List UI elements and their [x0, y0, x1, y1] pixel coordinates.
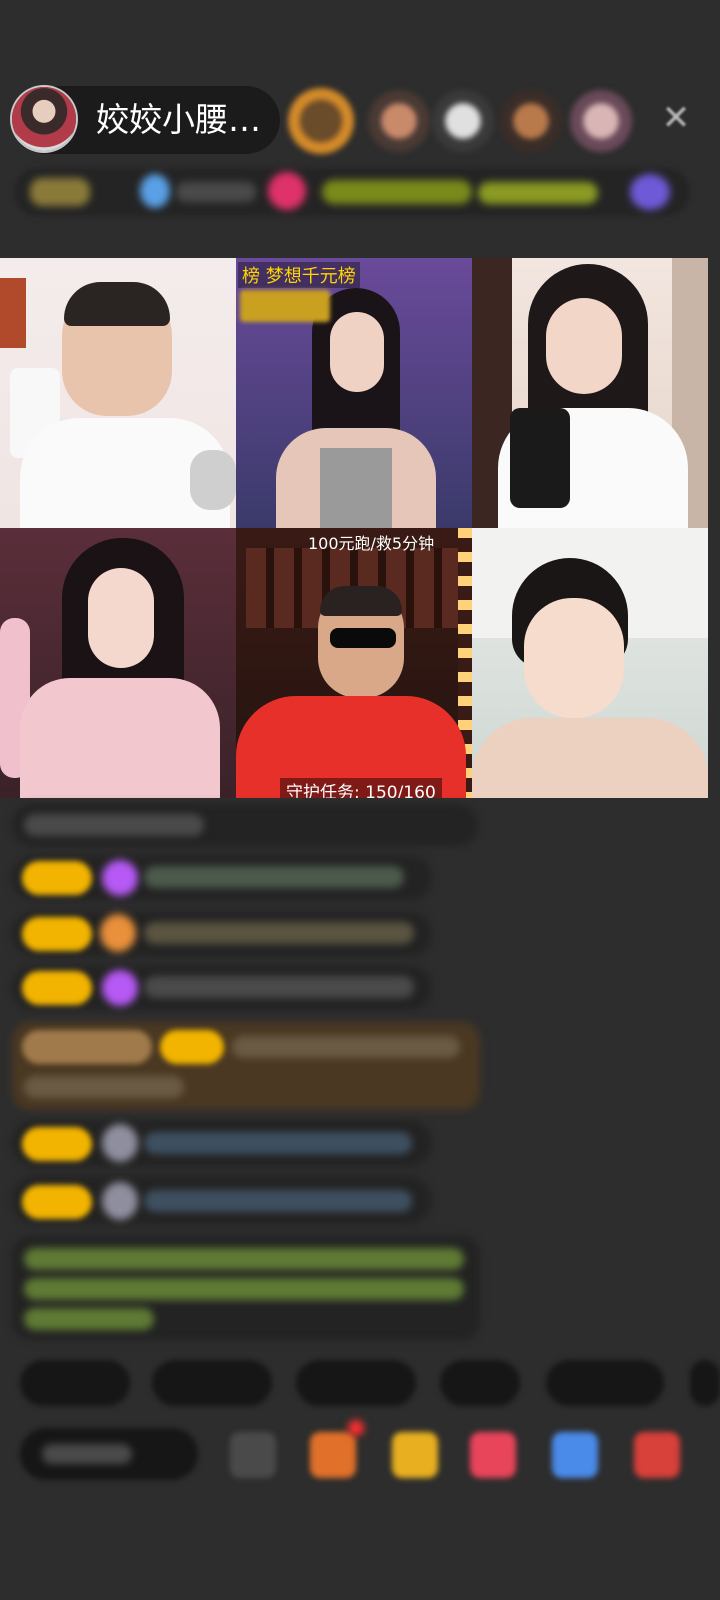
chat-text: [144, 922, 414, 944]
avatar-icon: [102, 1182, 138, 1220]
quick-reply-tag[interactable]: [546, 1360, 664, 1406]
notice-text: [24, 1248, 464, 1270]
chat-input-placeholder: [42, 1444, 132, 1464]
rank-banner-text: 榜 梦想千元榜: [238, 262, 360, 288]
user-level-badge: [22, 1030, 152, 1064]
viewer-avatar[interactable]: [432, 90, 494, 152]
heart-icon[interactable]: [268, 172, 306, 210]
user-level-badge: [22, 1185, 92, 1219]
popularity-text: [176, 182, 256, 202]
diamond-icon: [102, 970, 138, 1006]
gift-icon[interactable]: [630, 174, 670, 210]
user-level-badge: [22, 1127, 92, 1161]
quick-reply-tag[interactable]: [440, 1360, 520, 1406]
chat-text: [144, 1132, 412, 1154]
chat-text: [232, 1036, 460, 1058]
rank-banner[interactable]: [322, 180, 472, 204]
emoji-icon[interactable]: [230, 1432, 276, 1478]
video-tile-3[interactable]: [472, 258, 708, 528]
quick-reply-tag[interactable]: [296, 1360, 416, 1406]
quick-reply-tag[interactable]: [152, 1360, 272, 1406]
host-avatar[interactable]: [12, 87, 76, 151]
video-tile-5[interactable]: 100元跑/救5分钟 守护任务: 150/160: [236, 528, 472, 798]
chat-text: [24, 814, 204, 836]
chat-text: [144, 976, 414, 998]
chat-text: [24, 1076, 184, 1098]
quick-reply-tag[interactable]: [690, 1360, 720, 1406]
video-tile-2[interactable]: 榜 梦想千元榜: [236, 258, 472, 528]
user-level-badge: [22, 971, 92, 1005]
guard-task-progress: 守护任务: 150/160: [280, 778, 442, 798]
viewer-avatar[interactable]: [368, 90, 430, 152]
popularity-icon: [140, 174, 170, 208]
video-tile-1[interactable]: [0, 258, 236, 528]
level-badge-icon: [30, 178, 90, 206]
viewer-avatar[interactable]: [288, 88, 354, 154]
viewer-avatar[interactable]: [570, 90, 632, 152]
avatar-icon: [100, 914, 136, 952]
video-tile-4[interactable]: [0, 528, 236, 798]
notice-text: [24, 1308, 154, 1330]
notice-text: [24, 1278, 464, 1300]
streamer-video: [0, 258, 236, 528]
streamer-video: [236, 528, 472, 798]
diamond-icon: [102, 860, 138, 896]
user-level-badge: [160, 1030, 224, 1064]
streamer-video: [472, 258, 708, 528]
more-icon[interactable]: [634, 1432, 680, 1478]
quick-reply-tag[interactable]: [20, 1360, 130, 1406]
overlay-caption: [240, 290, 330, 322]
heart-gift-icon[interactable]: [470, 1432, 516, 1478]
avatar-icon: [102, 1124, 138, 1162]
notification-dot: [348, 1420, 364, 1436]
chat-text: [144, 866, 404, 888]
viewer-avatar[interactable]: [500, 90, 562, 152]
chat-text: [144, 1190, 412, 1212]
user-level-badge: [22, 861, 92, 895]
share-icon[interactable]: [552, 1432, 598, 1478]
task-hint-text: 100元跑/救5分钟: [308, 534, 435, 553]
host-name[interactable]: 姣姣小腰…: [96, 100, 261, 140]
close-icon[interactable]: ✕: [658, 100, 694, 136]
streamer-video: [0, 528, 236, 798]
red-envelope-icon[interactable]: [392, 1432, 438, 1478]
video-tile-6[interactable]: [472, 528, 708, 798]
user-level-badge: [22, 917, 92, 951]
rank-banner-text: [478, 182, 598, 204]
gift-box-icon[interactable]: [310, 1432, 356, 1478]
streamer-video: [472, 528, 708, 798]
